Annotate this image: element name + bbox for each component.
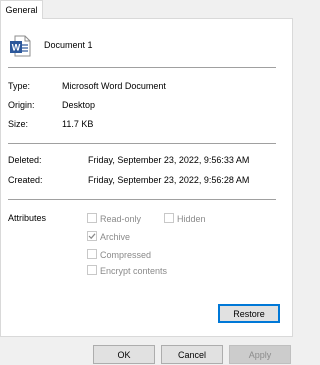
word-document-icon: W [10, 35, 31, 57]
created-label: Created: [8, 175, 43, 185]
read-only-checkbox[interactable] [87, 213, 97, 223]
encrypt-contents-label: Encrypt contents [100, 266, 168, 276]
compressed-checkbox[interactable] [87, 249, 97, 259]
tab-general[interactable]: General [0, 0, 43, 19]
cancel-button[interactable]: Cancel [161, 345, 223, 364]
restore-button-label: Restore [233, 308, 265, 319]
apply-button-label: Apply [248, 349, 272, 360]
cancel-button-label: Cancel [177, 349, 206, 360]
checkmark-icon [88, 233, 96, 240]
separator [8, 199, 276, 200]
compressed-label: Compressed [100, 250, 152, 260]
hidden-label: Hidden [177, 214, 206, 224]
file-name: Document 1 [44, 40, 93, 50]
tab-general-label: General [5, 5, 38, 15]
origin-value: Desktop [62, 100, 96, 110]
ok-button[interactable]: OK [93, 345, 155, 364]
separator [8, 143, 276, 144]
apply-button[interactable]: Apply [229, 345, 291, 364]
created-value: Friday, September 23, 2022, 9:56:28 AM [88, 175, 250, 185]
origin-label: Origin: [8, 100, 35, 110]
size-label: Size: [8, 119, 29, 129]
read-only-label: Read-only [100, 214, 142, 224]
separator [8, 67, 276, 68]
restore-button[interactable]: Restore [218, 304, 280, 323]
type-label: Type: [8, 81, 31, 91]
type-value: Microsoft Word Document [62, 81, 166, 91]
hidden-checkbox[interactable] [164, 213, 174, 223]
archive-checkbox[interactable] [87, 231, 97, 241]
deleted-label: Deleted: [8, 155, 42, 165]
archive-label: Archive [100, 232, 131, 242]
size-value: 11.7 KB [62, 119, 94, 129]
svg-text:W: W [12, 43, 21, 53]
deleted-value: Friday, September 23, 2022, 9:56:33 AM [88, 155, 250, 165]
ok-button-label: OK [117, 349, 131, 360]
attributes-heading: Attributes [8, 213, 47, 223]
encrypt-contents-checkbox[interactable] [87, 265, 97, 275]
